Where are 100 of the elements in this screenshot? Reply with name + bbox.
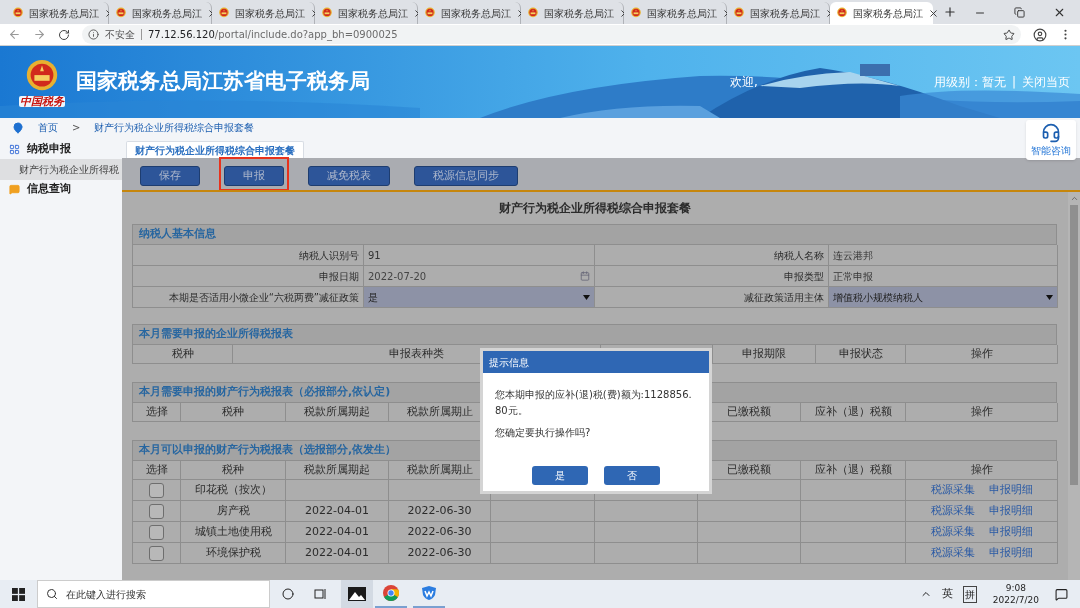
checkbox[interactable] [149,482,164,498]
location-pin-icon [12,121,24,134]
action-link[interactable]: 申报明细 [988,502,1033,520]
browser-tab[interactable]: 国家税务总局江 [109,2,212,24]
action-link[interactable]: 申报明细 [988,481,1033,499]
column-header: 申报状态 [816,345,906,364]
scrollbar-thumb[interactable] [1070,205,1078,485]
separator: | [1011,74,1016,91]
clock[interactable]: 9:08 2022/7/20 [992,582,1039,606]
breadcrumb-link[interactable]: 首页 [38,120,58,135]
tab-title: 国家税务总局江 [132,6,202,21]
action-link[interactable]: 税源采集 [930,502,975,520]
checkbox[interactable] [149,503,164,519]
emblem-icon [836,7,848,19]
profile-icon[interactable] [1033,27,1047,42]
credit-level: 用级别：暂无 [933,74,1006,91]
restore-icon[interactable] [1014,7,1025,18]
emblem-icon [321,7,333,19]
page-tab[interactable]: 财产行为税企业所得税综合申报套餐 [126,141,304,158]
toolbar-button[interactable]: 减免税表 [308,166,390,187]
table-cell: 2022-04-01 [286,543,389,564]
action-link[interactable]: 税源采集 [930,544,975,562]
table-cell: 2022-04-01 [286,501,389,522]
consult-button[interactable]: 智能咨询 [1026,120,1076,160]
field-label: 纳税人识别号 [133,245,364,266]
tab-title: 国家税务总局江 [235,6,305,21]
tab-title: 国家税务总局江 [853,6,923,21]
emblem-icon [630,7,642,19]
scroll-up-icon[interactable] [1069,194,1079,203]
photos-icon[interactable] [348,587,366,601]
toolbar-button[interactable]: 税源信息同步 [414,166,518,187]
forward-icon[interactable] [33,28,46,41]
notification-icon[interactable] [1055,587,1068,601]
column-header: 操作 [906,403,1058,422]
sidebar-item[interactable]: 财产行为税企业所得税 [0,159,122,180]
field-label: 减征政策适用主体 [595,287,829,308]
security-label: 不安全 [105,28,135,42]
column-header: 应补（退）税额 [801,461,906,480]
taskbar-search-field[interactable]: 在此键入进行搜索 [37,580,270,608]
reload-icon[interactable] [58,28,70,41]
table-cell: 2022-06-30 [389,543,491,564]
breadcrumb-link[interactable]: 财产行为税企业所得税综合申报套餐 [94,120,255,135]
site-title: 国家税务总局江苏省电子税务局 [76,68,370,96]
cortana-icon[interactable] [282,588,294,600]
table-cell: 城镇土地使用税 [181,522,286,543]
close-icon[interactable] [928,7,939,19]
headset-icon [1041,122,1061,143]
ime-indicator[interactable]: 英 [941,585,953,603]
column-header: 税种 [181,461,286,480]
form-title: 财产行为税企业所得税综合申报套餐 [497,200,692,217]
windows-icon[interactable] [12,587,25,601]
field-label: 申报日期 [133,266,364,287]
field-label: 申报类型 [595,266,829,287]
action-link[interactable]: 申报明细 [988,544,1033,562]
dropdown-arrow-icon[interactable] [583,294,590,300]
action-link[interactable]: 申报明细 [988,523,1033,541]
tab-title: 国家税务总局江 [544,6,614,21]
emblem-icon [115,7,127,19]
task-view-icon[interactable] [314,588,327,600]
browser-tab[interactable]: 国家税务总局江 [212,2,315,24]
emblem-icon [527,7,539,19]
sidebar-group[interactable]: 纳税申报 [0,140,122,159]
browser-tab[interactable]: 国家税务总局江 [521,2,624,24]
toolbar-button[interactable]: 申报 [224,166,284,187]
browser-tab[interactable]: 国家税务总局江 [624,2,727,24]
action-link[interactable]: 税源采集 [930,481,975,499]
column-header: 操作 [906,345,1058,364]
close-icon[interactable] [1053,6,1066,19]
column-header: 税种 [133,345,233,364]
logo-text: 中国税务 [19,95,65,107]
select-field[interactable]: 增值税小规模纳税人 [829,287,1058,308]
dialog-button[interactable]: 否 [604,466,660,485]
grid-icon [9,144,20,155]
chrome-icon[interactable] [383,585,399,601]
address-field[interactable]: 不安全 77.12.56.120/portal/include.do?app_bh=0900025 [82,25,1021,44]
shield-app-icon[interactable] [421,585,437,601]
action-link[interactable]: 税源采集 [930,523,975,541]
field-value: 连云港邦 [829,245,1058,266]
table-cell: 房产税 [181,501,286,522]
column-header: 申报期限 [713,345,816,364]
table-cell: 2022-06-30 [389,522,491,543]
checkbox[interactable] [149,545,164,561]
field-label: 本期是否适用小微企业“六税两费”减征政策 [133,287,364,308]
select-field[interactable]: 是 [364,287,595,308]
checkbox[interactable] [149,524,164,540]
dialog-button[interactable]: 是 [532,466,588,485]
calendar-icon[interactable] [580,271,590,281]
emblem-icon [12,7,24,19]
toolbar-button[interactable]: 保存 [140,166,200,187]
browser-tab[interactable]: 国家税务总局江 [418,2,521,24]
dropdown-arrow-icon[interactable] [1046,294,1053,300]
back-icon[interactable] [8,28,21,41]
dialog-message: 您确定要执行操作吗? [495,426,592,440]
sidebar-group[interactable]: 信息查询 [0,180,122,199]
browser-tab[interactable]: 国家税务总局江 [727,2,830,24]
column-header: 选择 [133,403,181,422]
section-title: 本月需要申报的企业所得税报表 [139,326,293,343]
bookmark-icon[interactable] [1003,28,1015,41]
ime-mode-indicator[interactable]: 拼 [962,585,977,603]
browser-tab[interactable]: 国家税务总局江 [315,2,418,24]
